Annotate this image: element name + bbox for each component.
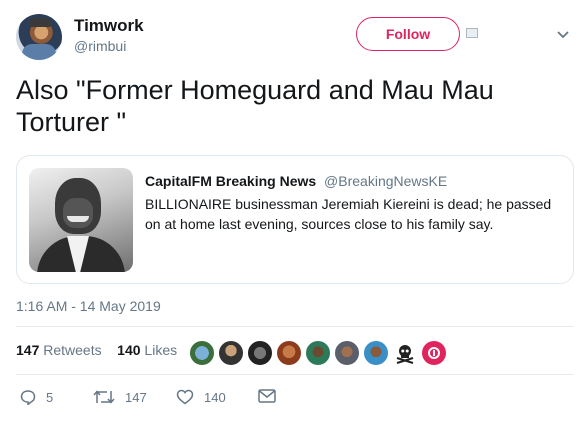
quoted-tweet-card[interactable]: CapitalFM Breaking News @BreakingNewsKE …	[16, 155, 574, 284]
direct-message-button[interactable]	[258, 389, 276, 403]
retweet-count: 147	[125, 389, 147, 405]
skull-icon[interactable]	[394, 342, 416, 364]
liker-avatar[interactable]	[363, 340, 389, 366]
quoted-tweet-text: BILLIONAIRE businessman Jeremiah Kierein…	[145, 196, 552, 232]
likes-label[interactable]: Likes	[144, 342, 177, 358]
author-avatar[interactable]	[16, 14, 62, 60]
engagement-stats: 147 Retweets 140 Likes	[16, 342, 177, 358]
like-count: 140	[204, 389, 226, 405]
quoted-tweet-photo[interactable]	[29, 168, 133, 272]
badge-icon	[428, 347, 440, 359]
author-handle[interactable]: @rimbui	[74, 38, 126, 54]
retweet-button[interactable]: 147	[93, 389, 147, 405]
retweets-label[interactable]: Retweets	[43, 342, 101, 358]
tweet-actions: 5 147 140	[16, 389, 316, 411]
follow-extra-icon[interactable]	[466, 28, 478, 38]
liker-avatar[interactable]	[276, 340, 302, 366]
follow-button[interactable]: Follow	[356, 17, 460, 51]
liker-avatar[interactable]	[422, 341, 446, 365]
liker-avatar[interactable]	[189, 340, 215, 366]
envelope-icon	[258, 389, 276, 403]
reply-count: 5	[46, 389, 54, 405]
reply-button[interactable]: 5	[20, 389, 53, 405]
quoted-tweet-header: CapitalFM Breaking News @BreakingNewsKE	[145, 173, 447, 189]
heart-icon	[176, 389, 194, 405]
tweet-timestamp[interactable]: 1:16 AM - 14 May 2019	[16, 298, 161, 314]
divider	[16, 374, 574, 375]
liker-avatar[interactable]	[218, 340, 244, 366]
quoted-author-handle: @BreakingNewsKE	[324, 173, 448, 189]
retweet-icon	[93, 390, 115, 404]
likes-count[interactable]: 140	[117, 342, 140, 358]
liker-avatar[interactable]	[247, 340, 273, 366]
liker-avatar[interactable]	[305, 340, 331, 366]
reply-icon	[20, 390, 36, 405]
author-name[interactable]: Timwork	[74, 16, 144, 36]
retweets-count[interactable]: 147	[16, 342, 39, 358]
divider	[16, 326, 574, 327]
quoted-author-name: CapitalFM Breaking News	[145, 173, 317, 189]
liker-avatar[interactable]	[334, 340, 360, 366]
tweet-text: Also "Former Homeguard and Mau Mau Tortu…	[16, 75, 494, 137]
chevron-down-icon[interactable]	[556, 27, 570, 41]
like-button[interactable]: 140	[176, 389, 226, 405]
